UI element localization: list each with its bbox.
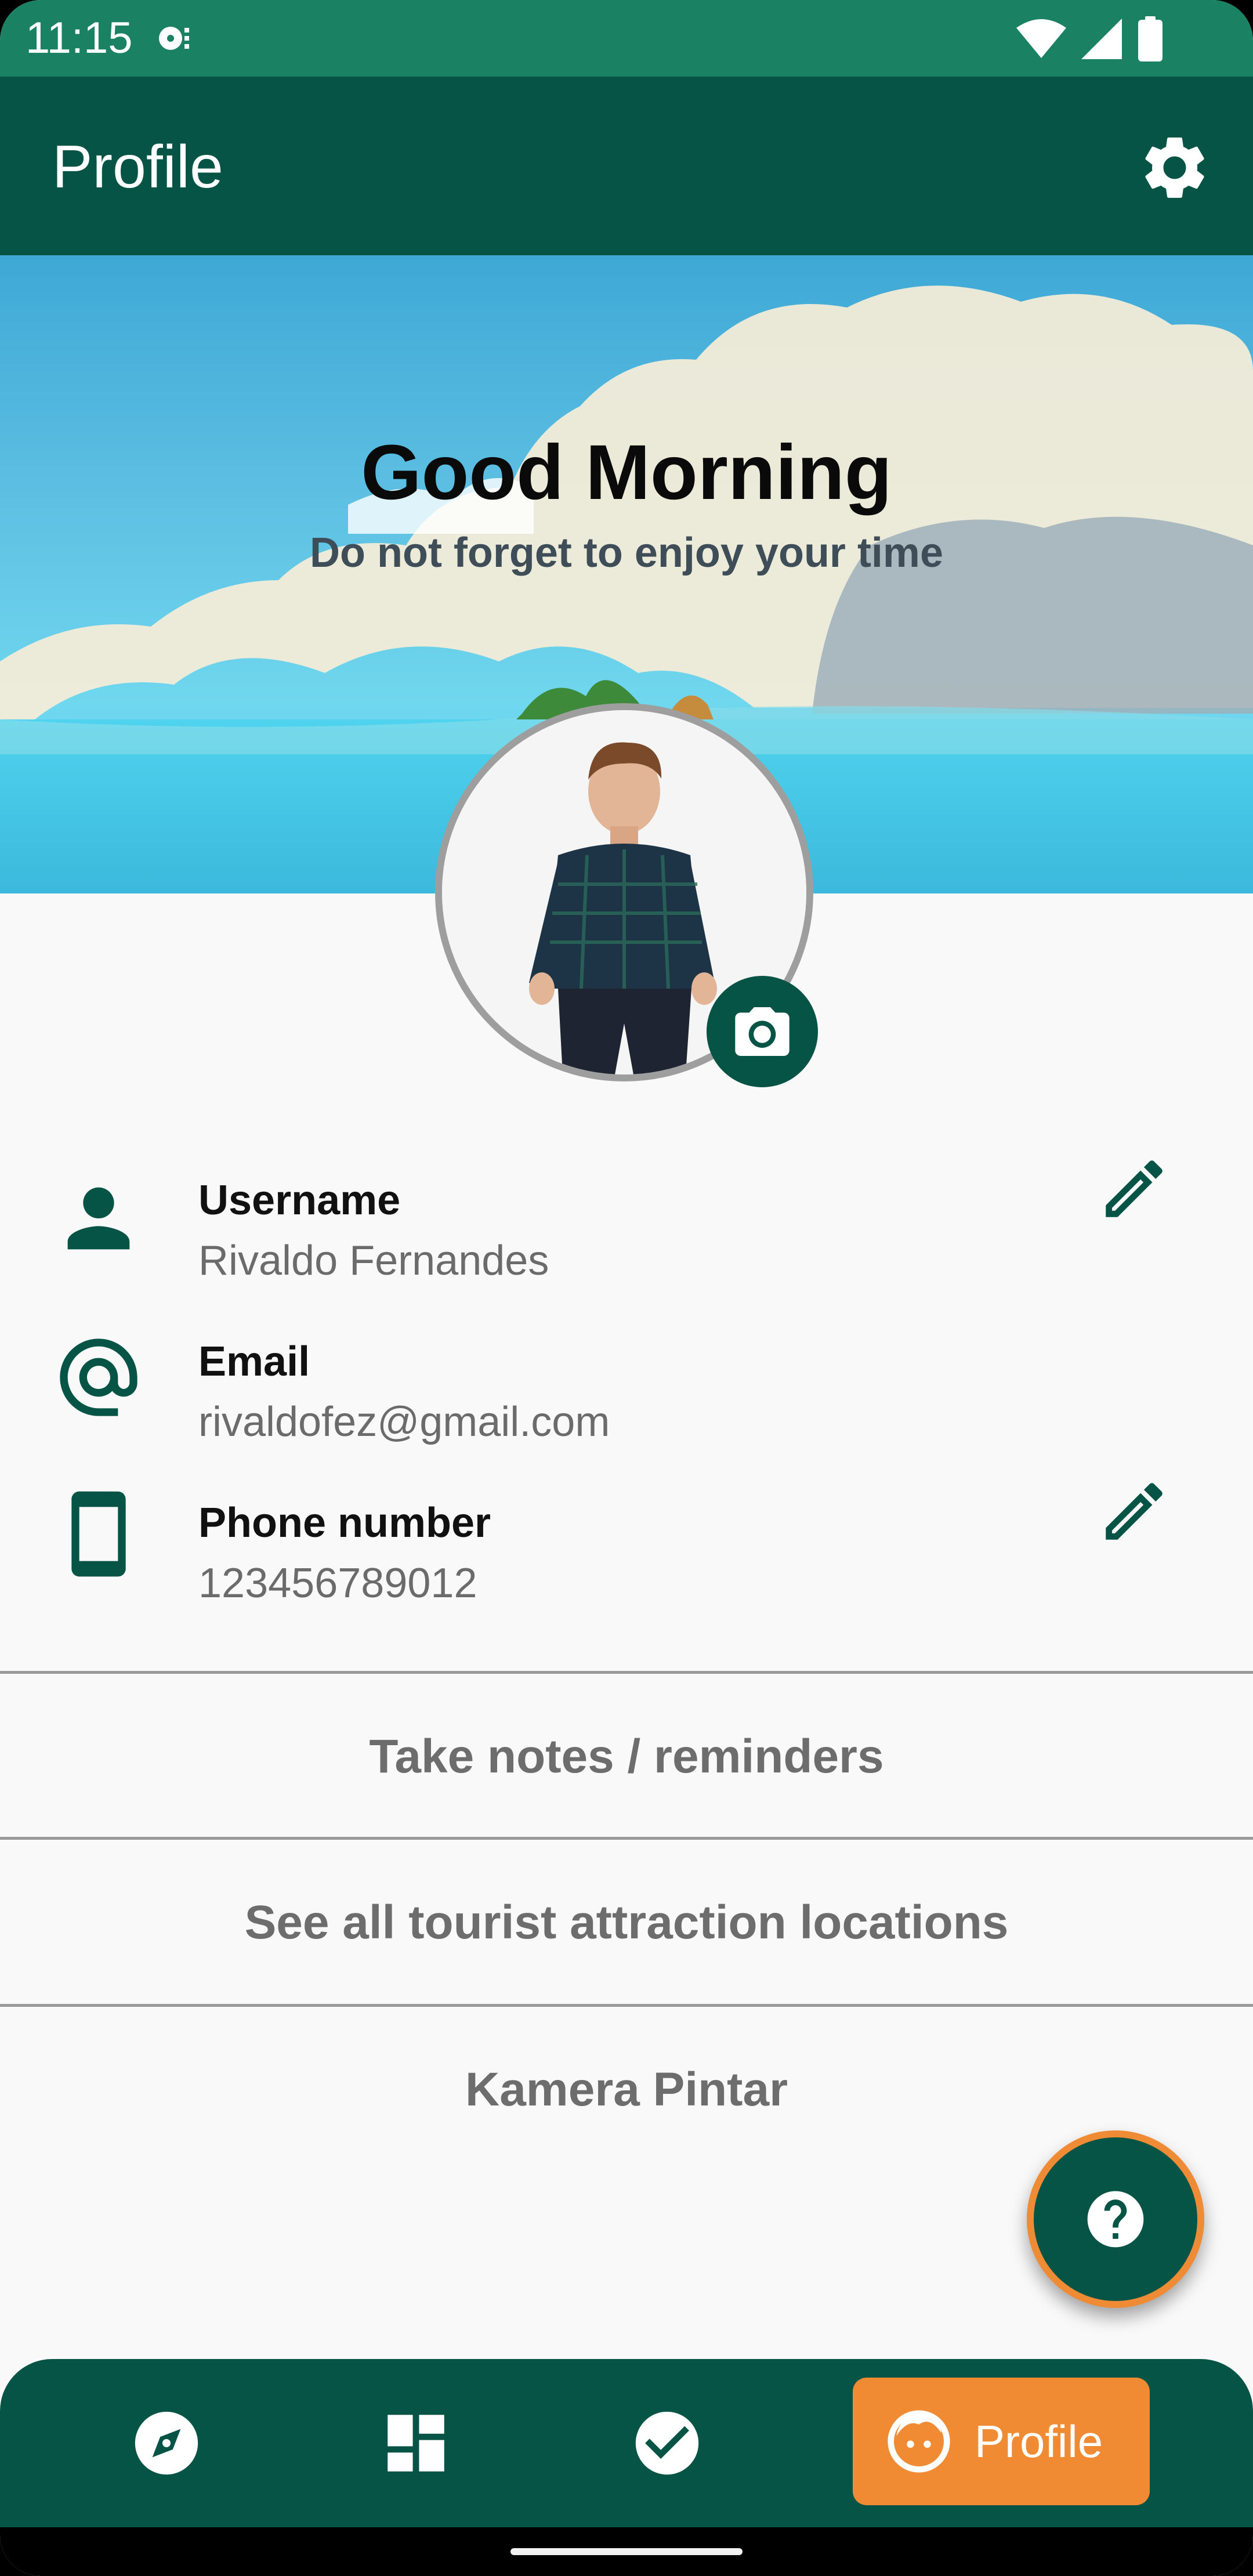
email-label: Email [198,1338,310,1385]
wifi-icon [1016,19,1066,58]
person-icon [67,1187,130,1250]
divider [0,1671,1253,1674]
take-notes-button[interactable]: Take notes / reminders [0,1676,1253,1838]
media-icon [159,27,189,50]
camera-icon [735,1007,790,1056]
phone-icon [71,1491,126,1577]
nav-item-profile[interactable]: Profile [853,2378,1150,2505]
battery-icon [1138,16,1163,61]
gesture-handle[interactable] [510,2548,743,2555]
greeting-subtitle: Do not forget to enjoy your time [310,530,943,576]
compass-icon[interactable] [129,2405,204,2481]
tourist-locations-button[interactable]: See all tourist attraction locations [0,1841,1253,2004]
greeting-title: Good Morning [361,429,892,516]
at-sign-icon [60,1338,137,1416]
username-row: Username Rivaldo Fernandes [0,1160,1253,1325]
username-label: Username [198,1177,401,1224]
username-value: Rivaldo Fernandes [198,1238,549,1284]
page-title: Profile [52,133,223,201]
profile-screen: 11:15 Profile Good Morning Do not forget… [0,0,1253,2576]
email-row: Email rivaldofez@gmail.com [0,1336,1253,1486]
help-icon [1087,2191,1144,2248]
status-icons [946,16,1178,63]
status-time: 11:15 [26,13,133,63]
status-bar: 11:15 [0,0,1253,77]
face-icon [888,2410,950,2473]
edit-phone-icon[interactable] [1096,1474,1172,1549]
dashboard-icon[interactable] [378,2405,454,2481]
divider [0,2004,1253,2007]
check-circle-icon[interactable] [629,2405,705,2481]
signal-icon [1081,19,1122,59]
phone-row: Phone number 123456789012 [0,1483,1253,1648]
help-button[interactable] [1027,2130,1204,2308]
divider [0,1837,1253,1840]
bottom-navigation: Profile [0,2359,1253,2527]
edit-username-icon[interactable] [1096,1151,1172,1227]
nav-item-profile-label: Profile [975,2416,1103,2467]
gear-icon[interactable] [1137,130,1212,205]
phone-label: Phone number [198,1500,491,1546]
phone-value: 123456789012 [198,1560,477,1607]
email-value: rivaldofez@gmail.com [198,1399,610,1445]
app-bar: Profile [0,77,1253,255]
change-photo-button[interactable] [707,976,818,1087]
